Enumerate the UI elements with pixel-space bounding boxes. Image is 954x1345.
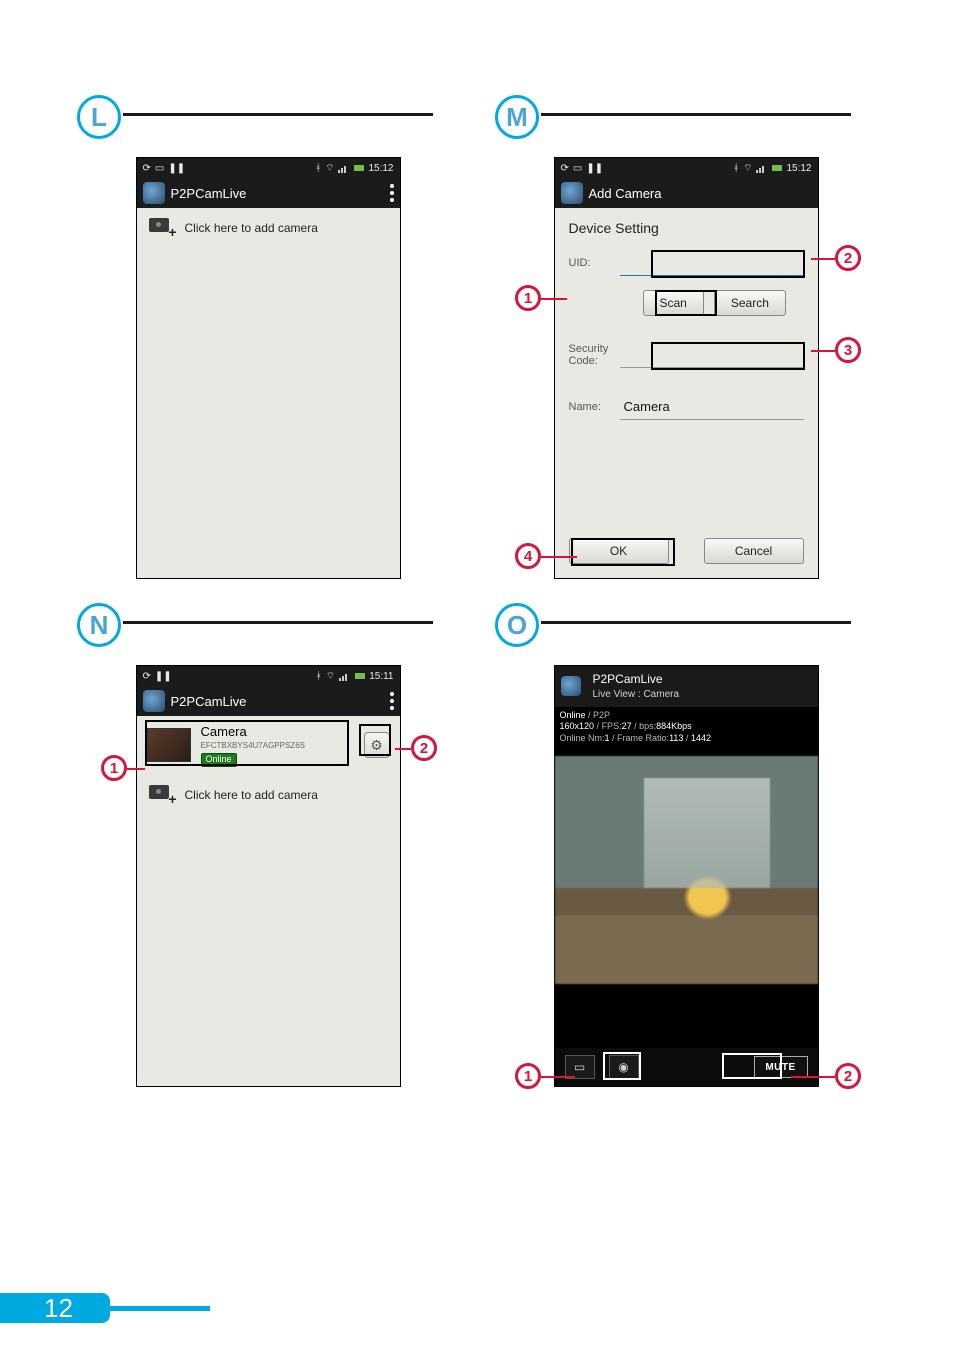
page-number: 12 — [0, 1293, 110, 1323]
panel-O: O P2PCamLive Live View : Camera Online — [521, 603, 851, 1087]
sync-icon: ⟳ — [143, 163, 151, 174]
callout-4: 4 — [515, 543, 541, 569]
live-bottom-bar: ▭ ◉ MUTE — [555, 1048, 818, 1086]
add-camera-label: Click here to add camera — [185, 221, 318, 235]
name-label: Name: — [569, 401, 620, 413]
phone-N: ⟳ ❚❚ ᚼ ⌔ 15:11 P2PCamLive — [136, 665, 401, 1087]
callout-3: 3 — [835, 337, 861, 363]
security-code-input[interactable] — [620, 342, 804, 368]
pause-icon: ❚❚ — [155, 671, 172, 682]
gear-icon: ⚙ — [370, 737, 383, 754]
app-icon — [561, 182, 583, 204]
bluetooth-icon: ᚼ — [733, 163, 739, 174]
app-title: P2PCamLive — [593, 672, 680, 688]
panel-N: N ⟳ ❚❚ ᚼ ⌔ 15:11 — [103, 603, 433, 1087]
pause-icon: ❚❚ — [586, 163, 603, 174]
uid-input[interactable] — [620, 250, 804, 276]
app-title: P2PCamLive — [171, 694, 247, 709]
overflow-menu-icon[interactable] — [390, 184, 394, 202]
page-number-badge: 12 — [0, 1293, 110, 1323]
callout-2: 2 — [411, 735, 437, 761]
search-button[interactable]: Search — [714, 290, 786, 316]
clock: 15:11 — [369, 671, 393, 682]
wifi-icon: ⌔ — [325, 162, 334, 175]
title-bar: P2PCamLive — [137, 178, 400, 208]
signal-icon — [339, 671, 351, 681]
app-icon — [143, 690, 165, 712]
sync-icon: ⟳ — [143, 671, 151, 682]
phone-M: ⟳ ▭ ❚❚ ᚼ ⌔ 15:12 Add Camera — [554, 157, 819, 579]
bluetooth-icon: ᚼ — [315, 163, 321, 174]
wifi-icon: ⌔ — [743, 162, 752, 175]
title-bar: P2PCamLive Live View : Camera — [555, 666, 818, 707]
app-icon — [561, 676, 581, 696]
overflow-menu-icon[interactable] — [390, 692, 394, 710]
callout-1: 1 — [515, 1063, 541, 1089]
add-camera-row[interactable]: + Click here to add camera — [137, 208, 400, 248]
panel-marker-L: L — [77, 95, 121, 139]
app-title: P2PCamLive — [171, 186, 247, 201]
sync-icon: ⟳ — [561, 163, 569, 174]
stream-info: Online / P2P 160x120 / FPS:27 / bps:884K… — [555, 707, 818, 748]
camera-uid: EFCTBXBYS4U7AGPPSZ6S — [201, 741, 305, 751]
title-bar: P2PCamLive — [137, 686, 400, 716]
title-bar: Add Camera — [555, 178, 818, 208]
security-code-label: Security Code: — [569, 343, 620, 367]
scan-button[interactable]: Scan — [643, 290, 704, 316]
cancel-button[interactable]: Cancel — [704, 538, 804, 564]
wifi-icon: ⌔ — [326, 670, 335, 683]
camera-list-item[interactable]: Camera EFCTBXBYS4U7AGPPSZ6S Online ⚙ — [137, 716, 400, 775]
pause-icon: ❚❚ — [168, 163, 185, 174]
camera-name: Camera — [201, 724, 305, 741]
camera-status-badge: Online — [201, 753, 237, 767]
camera-icon: ◉ — [618, 1060, 628, 1074]
phone-L: ⟳ ▭ ❚❚ ᚼ ⌔ 15:12 P2PCamLive — [136, 157, 401, 579]
screen-title: Add Camera — [589, 186, 662, 201]
snapshot-button[interactable]: ◉ — [609, 1055, 639, 1079]
bluetooth-icon: ᚼ — [316, 671, 322, 682]
status-bar: ⟳ ❚❚ ᚼ ⌔ 15:11 — [137, 666, 400, 686]
signal-icon — [338, 163, 350, 173]
uid-label: UID: — [569, 257, 620, 269]
picture-icon: ▭ — [155, 163, 164, 174]
subtitle: Live View : Camera — [593, 688, 680, 701]
callout-2: 2 — [835, 1063, 861, 1089]
callout-1: 1 — [515, 285, 541, 311]
panel-M: M ⟳ ▭ ❚❚ ᚼ ⌔ 15:12 — [521, 95, 851, 579]
name-input[interactable] — [620, 394, 804, 420]
app-icon — [143, 182, 165, 204]
callout-2: 2 — [835, 245, 861, 271]
battery-icon — [354, 165, 364, 171]
section-title: Device Setting — [569, 220, 804, 236]
status-bar: ⟳ ▭ ❚❚ ᚼ ⌔ 15:12 — [555, 158, 818, 178]
callout-1: 1 — [101, 755, 127, 781]
camera-add-icon: + — [149, 785, 175, 805]
add-camera-label: Click here to add camera — [185, 788, 318, 802]
add-camera-row[interactable]: + Click here to add camera — [137, 775, 400, 815]
clock: 15:12 — [786, 163, 811, 174]
battery-icon — [355, 673, 365, 679]
panel-marker-N: N — [77, 603, 121, 647]
battery-icon — [772, 165, 782, 171]
picture-icon: ▭ — [573, 163, 582, 174]
signal-icon — [756, 163, 768, 173]
clock: 15:12 — [368, 163, 393, 174]
camera-thumbnail — [147, 728, 191, 762]
ok-button[interactable]: OK — [569, 538, 669, 564]
speaker-icon: ▭ — [574, 1060, 585, 1074]
status-bar: ⟳ ▭ ❚❚ ᚼ ⌔ 15:12 — [137, 158, 400, 178]
panel-L: L ⟳ ▭ ❚❚ ᚼ ⌔ 15:12 — [103, 95, 433, 579]
phone-O: P2PCamLive Live View : Camera Online / P… — [554, 665, 819, 1087]
panel-marker-O: O — [495, 603, 539, 647]
live-video[interactable] — [555, 756, 818, 984]
panel-marker-M: M — [495, 95, 539, 139]
camera-add-icon: + — [149, 218, 175, 238]
mute-button[interactable]: MUTE — [754, 1056, 808, 1078]
camera-settings-button[interactable]: ⚙ — [364, 732, 390, 758]
